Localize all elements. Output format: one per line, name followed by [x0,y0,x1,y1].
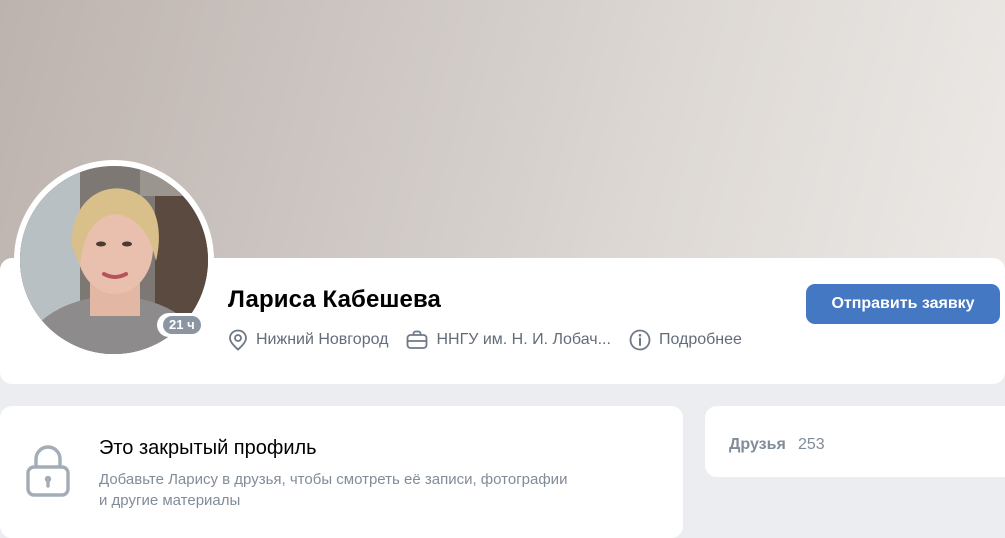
online-status-text: 21 ч [163,316,201,334]
location-pin-icon [229,329,247,351]
lock-icon [26,445,70,497]
info-icon [629,329,651,351]
meta-more[interactable]: Подробнее [629,329,742,351]
profile-meta-row: Нижний Новгород ННГУ им. Н. И. Лобач... … [228,329,760,351]
profile-page: 21 ч Лариса Кабешева Нижний Новгород ННГ… [0,0,1005,538]
briefcase-icon [407,330,428,349]
send-friend-request-button[interactable]: Отправить заявку [806,284,1000,324]
online-status-badge: 21 ч [157,313,207,337]
private-profile-description: Добавьте Ларису в друзья, чтобы смотреть… [99,471,568,509]
meta-work-label: ННГУ им. Н. И. Лобач... [436,331,611,348]
meta-city-label: Нижний Новгород [256,331,389,348]
meta-more-label: Подробнее [658,331,742,348]
meta-work[interactable]: ННГУ им. Н. И. Лобач... [406,330,611,350]
meta-city[interactable]: Нижний Новгород [228,329,388,351]
friends-label[interactable]: Друзья [729,436,786,454]
friends-count: 253 [798,436,825,453]
profile-name: Лариса Кабешева [228,286,441,313]
private-profile-title: Это закрытый профиль [99,437,317,459]
